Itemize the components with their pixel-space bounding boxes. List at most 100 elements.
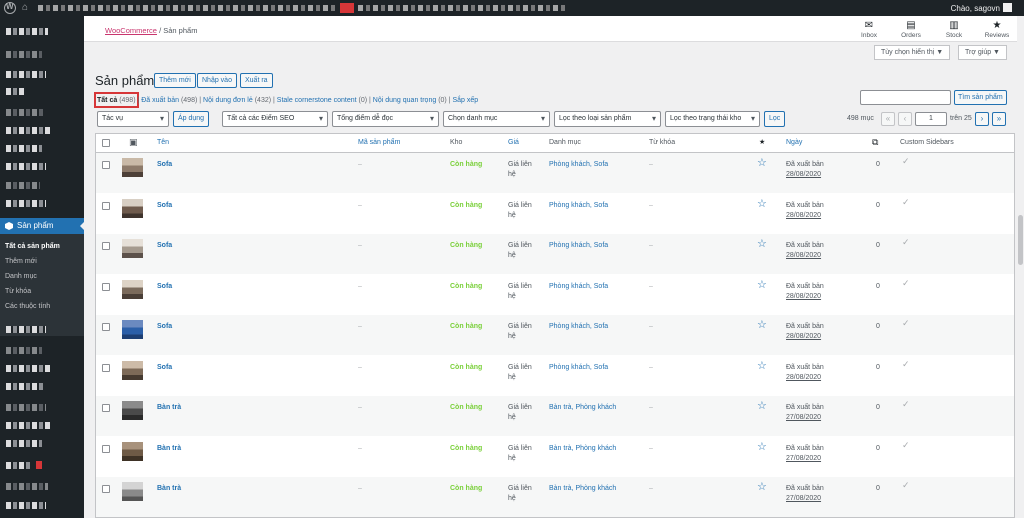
featured-star-icon[interactable]: ☆ (757, 197, 767, 210)
table-row[interactable]: Sofa – Còn hàng Giá liên hệ Phòng khách, Sofa… (96, 315, 1014, 355)
sidebar-item-redacted[interactable] (6, 182, 40, 189)
submenu-add-new[interactable]: Thêm mới (0, 254, 84, 269)
search-products-button[interactable]: Tìm sản phẩm (954, 90, 1007, 105)
featured-star-icon[interactable]: ☆ (757, 318, 767, 331)
sidebar-item-redacted[interactable] (6, 200, 46, 207)
filter-button[interactable]: Lọc (764, 111, 786, 127)
bulk-action-select[interactable]: Tác vụ (97, 111, 169, 127)
product-name-link[interactable]: Sofa (157, 160, 172, 170)
activity-reviews[interactable]: ★ Reviews (982, 20, 1012, 39)
screen-options-button[interactable]: Tùy chọn hiển thị ▼ (874, 45, 951, 60)
sidebar-item-redacted[interactable] (6, 163, 46, 170)
sidebar-item-redacted[interactable] (6, 109, 44, 116)
view-all-link[interactable]: Tất cả (498) (97, 97, 136, 104)
column-name[interactable]: Tên (157, 139, 169, 146)
sidebar-item-redacted[interactable] (6, 127, 50, 134)
sidebar-item-redacted[interactable] (6, 365, 50, 372)
table-row[interactable]: Sofa – Còn hàng Giá liên hệ Phòng khách, Sofa… (96, 153, 1014, 193)
current-page-input[interactable]: 1 (915, 112, 947, 126)
stock-status-select[interactable]: Lọc theo trạng thái kho (665, 111, 760, 127)
table-row[interactable]: Sofa – Còn hàng Giá liên hệ Phòng khách, Sofa… (96, 194, 1014, 234)
product-thumbnail[interactable] (122, 198, 143, 218)
category-select[interactable]: Chọn danh mục (443, 111, 550, 127)
column-sku[interactable]: Mã sản phẩm (358, 139, 400, 146)
row-checkbox[interactable] (102, 363, 110, 372)
view-sort-link[interactable]: Sắp xếp (452, 97, 478, 104)
product-name-link[interactable]: Sofa (157, 201, 172, 211)
submenu-all-products[interactable]: Tất cả sản phẩm (0, 239, 84, 254)
product-thumbnail[interactable] (122, 401, 143, 420)
column-date[interactable]: Ngày (786, 139, 802, 146)
table-row[interactable]: Sofa – Còn hàng Giá liên hệ Phòng khách, Sofa… (96, 275, 1014, 315)
product-categories-link[interactable]: Phòng khách, Sofa (549, 322, 608, 332)
product-categories-link[interactable]: Bàn trà, Phòng khách (549, 484, 616, 494)
sidebar-item-redacted[interactable] (6, 383, 44, 390)
row-checkbox[interactable] (102, 282, 110, 291)
submenu-tags[interactable]: Từ khóa (0, 284, 84, 299)
product-thumbnail[interactable] (122, 279, 143, 299)
product-categories-link[interactable]: Phòng khách, Sofa (549, 160, 608, 170)
sidebar-item-redacted[interactable] (6, 440, 42, 447)
sidebar-item-redacted[interactable] (6, 51, 42, 58)
apply-button[interactable]: Áp dụng (173, 111, 210, 127)
product-categories-link[interactable]: Phòng khách, Sofa (549, 201, 608, 211)
select-all-checkbox[interactable] (102, 139, 110, 147)
page-scrollbar[interactable] (1017, 16, 1024, 518)
activity-orders[interactable]: ▤ Orders (896, 20, 926, 39)
export-button[interactable]: Xuất ra (240, 73, 273, 88)
featured-star-icon[interactable]: ☆ (757, 399, 767, 412)
next-page-button[interactable]: › (975, 112, 989, 126)
product-name-link[interactable]: Sofa (157, 241, 172, 251)
product-name-link[interactable]: Sofa (157, 282, 172, 292)
featured-star-icon[interactable]: ☆ (757, 359, 767, 372)
row-checkbox[interactable] (102, 242, 110, 250)
sidebar-item-redacted[interactable] (6, 145, 42, 152)
row-checkbox[interactable] (102, 404, 110, 412)
sidebar-item-redacted[interactable] (6, 422, 50, 429)
breadcrumb-woocommerce-link[interactable]: WooCommerce (105, 26, 157, 35)
featured-star-icon[interactable]: ☆ (757, 237, 767, 250)
sidebar-item-products[interactable]: Sản phẩm (0, 218, 84, 234)
table-row[interactable]: Bàn trà – Còn hàng Giá liên hệ Bàn trà, Phòng… (96, 396, 1014, 436)
sidebar-item-redacted[interactable] (6, 28, 48, 35)
last-page-button[interactable]: » (992, 112, 1006, 126)
featured-star-icon[interactable]: ☆ (757, 156, 767, 169)
product-thumbnail[interactable] (122, 441, 143, 461)
product-thumbnail[interactable] (122, 320, 143, 339)
product-thumbnail[interactable] (122, 239, 143, 258)
row-checkbox[interactable] (102, 485, 110, 493)
sidebar-item-redacted[interactable] (6, 326, 46, 333)
product-thumbnail[interactable] (122, 482, 143, 501)
import-button[interactable]: Nhập vào (197, 73, 237, 88)
product-categories-link[interactable]: Bàn trà, Phòng khách (549, 444, 616, 454)
featured-star-icon[interactable]: ☆ (757, 278, 767, 291)
add-new-button[interactable]: Thêm mới (154, 73, 196, 88)
row-checkbox[interactable] (102, 201, 110, 210)
product-name-link[interactable]: Bàn trà (157, 484, 181, 494)
home-icon[interactable]: ⌂ (22, 2, 28, 14)
featured-star-icon[interactable]: ☆ (757, 480, 767, 493)
activity-inbox[interactable]: ✉ Inbox (854, 20, 884, 39)
table-row[interactable]: Sofa – Còn hàng Giá liên hệ Phòng khách, Sofa… (96, 356, 1014, 396)
sidebar-item-redacted[interactable] (6, 88, 26, 95)
product-name-link[interactable]: Sofa (157, 322, 172, 332)
scrollbar-thumb[interactable] (1018, 215, 1023, 265)
product-name-link[interactable]: Bàn trà (157, 444, 181, 454)
product-type-select[interactable]: Lọc theo loại sản phẩm (554, 111, 661, 127)
view-important-link[interactable]: Nội dung quan trọng (373, 97, 436, 104)
product-categories-link[interactable]: Phòng khách, Sofa (549, 241, 608, 251)
product-name-link[interactable]: Bàn trà (157, 403, 181, 413)
help-button[interactable]: Trợ giúp ▼ (958, 45, 1007, 60)
table-row[interactable]: Sofa – Còn hàng Giá liên hệ Phòng khách, Sofa… (96, 234, 1014, 274)
featured-star-icon[interactable]: ☆ (757, 440, 767, 453)
row-checkbox[interactable] (102, 161, 110, 169)
product-name-link[interactable]: Sofa (157, 363, 172, 373)
submenu-categories[interactable]: Danh mục (0, 269, 84, 284)
table-row[interactable]: Bàn trà – Còn hàng Giá liên hệ Bàn trà, Phòng… (96, 437, 1014, 477)
product-categories-link[interactable]: Phòng khách, Sofa (549, 282, 608, 292)
howdy-menu[interactable]: Chào, sagovn (951, 3, 1012, 13)
view-stale-link[interactable]: Stale cornerstone content (277, 97, 357, 104)
product-categories-link[interactable]: Bàn trà, Phòng khách (549, 403, 616, 413)
submenu-attributes[interactable]: Các thuộc tính (0, 299, 84, 314)
sidebar-item-redacted[interactable] (6, 502, 46, 509)
